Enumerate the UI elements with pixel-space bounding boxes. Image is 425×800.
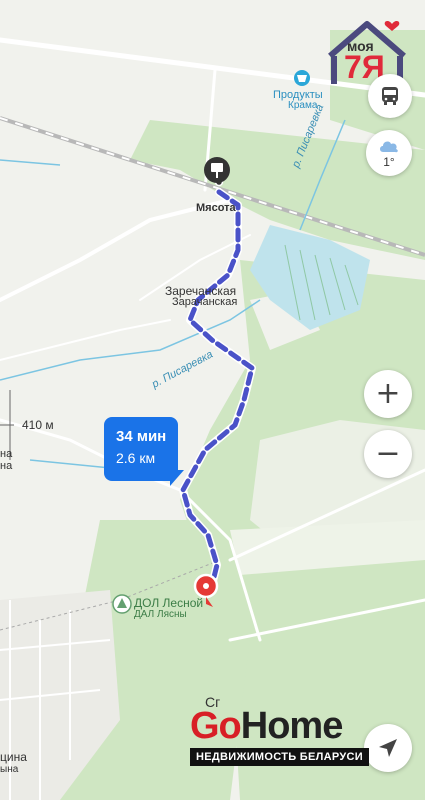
left-edge-label-2: на xyxy=(0,460,13,472)
navigation-arrow-icon xyxy=(379,739,397,757)
weather-button[interactable]: 1° xyxy=(366,130,412,176)
left-edge-label-1: на xyxy=(0,448,13,460)
shop-icon xyxy=(294,70,310,86)
route-card-pointer xyxy=(170,470,184,486)
left-bottom-label-2: ына xyxy=(0,764,19,775)
map-canvas[interactable] xyxy=(0,0,425,800)
plus-icon: + xyxy=(375,376,401,411)
gohome-home: Home xyxy=(240,705,344,747)
cloud-icon xyxy=(380,141,398,152)
camp-sublabel: ДАЛ Лясны xyxy=(134,609,187,620)
gohome-subtitle: НЕДВИЖИМОСТЬ БЕЛАРУСИ xyxy=(190,748,369,766)
route-info-card[interactable]: 34 мин 2.6 км xyxy=(104,417,178,481)
my-location-button[interactable] xyxy=(364,724,412,772)
left-bottom-label-1: цина xyxy=(0,750,27,764)
camp-icon xyxy=(112,594,132,614)
bus-icon xyxy=(382,87,398,105)
gohome-watermark: GoHome НЕДВИЖИМОСТЬ БЕЛАРУСИ xyxy=(190,706,369,766)
elevation-label: 410 м xyxy=(22,418,54,432)
village-label-myasota: Мясота xyxy=(196,202,236,214)
zoom-in-button[interactable]: + xyxy=(364,370,412,418)
zoom-out-button[interactable]: − xyxy=(364,430,412,478)
route-time: 34 мин xyxy=(116,428,167,445)
minus-icon: − xyxy=(375,436,401,471)
shop-sublabel: Крама xyxy=(288,100,318,111)
camp-label: ДОЛ Лесной xyxy=(134,596,204,610)
transport-layer-button[interactable] xyxy=(368,74,412,118)
bus-stop-icon xyxy=(204,157,230,183)
route-distance: 2.6 км xyxy=(116,450,156,466)
village-label-zarachanskaya: Зарачанская xyxy=(172,296,238,308)
gohome-go: Go xyxy=(190,705,242,747)
temperature: 1° xyxy=(383,154,395,169)
